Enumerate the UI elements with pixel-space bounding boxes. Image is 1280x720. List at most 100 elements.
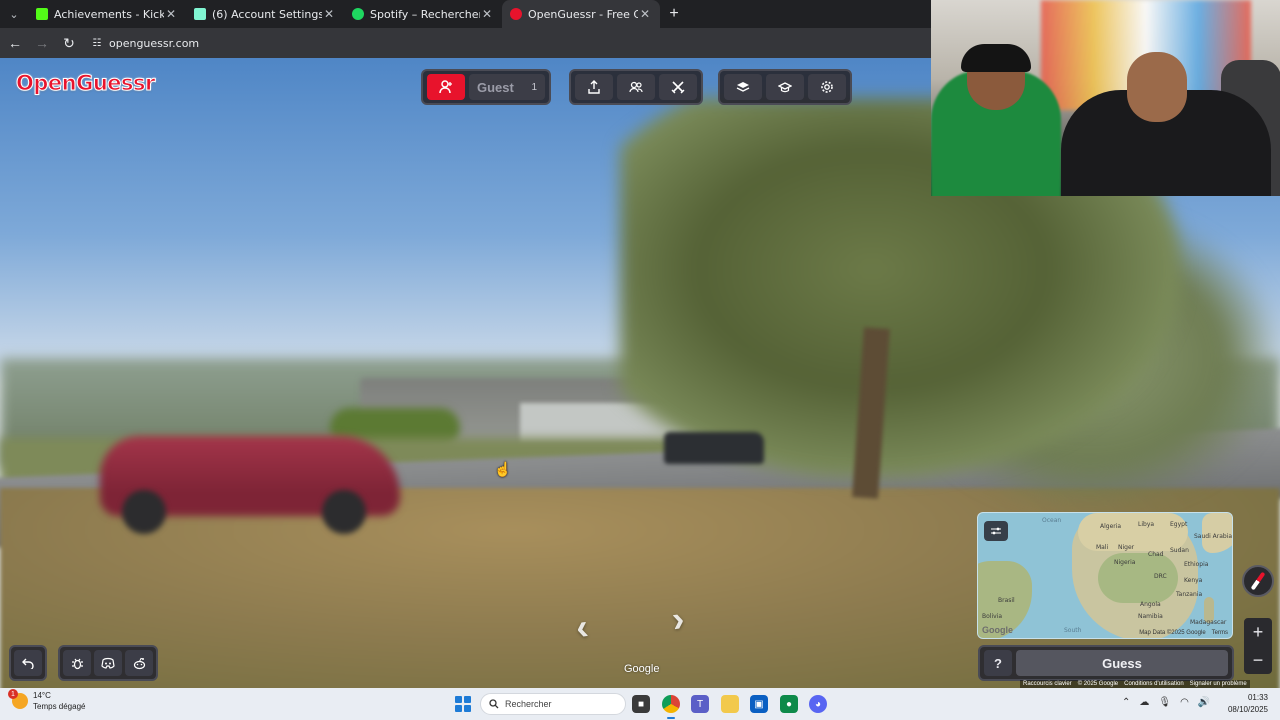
- map-label: Egypt: [1170, 521, 1188, 528]
- openguessr-logo[interactable]: OpenGuessr: [16, 71, 156, 96]
- car-wheel: [322, 490, 366, 534]
- taskbar-search-input[interactable]: Rechercher: [480, 693, 626, 715]
- search-placeholder: Rechercher: [505, 699, 552, 709]
- map-terms-link[interactable]: Terms: [1212, 630, 1228, 636]
- tab-close-icon[interactable]: ✕: [164, 7, 178, 21]
- battle-button[interactable]: [659, 74, 697, 100]
- back-arrow-icon[interactable]: ←: [3, 31, 27, 55]
- forward-arrow-icon[interactable]: →: [30, 31, 54, 55]
- map-label: Tanzania: [1176, 591, 1203, 598]
- education-mode-button[interactable]: [766, 74, 804, 100]
- tab-close-icon[interactable]: ✕: [480, 7, 494, 21]
- multiplayer-button[interactable]: [617, 74, 655, 100]
- users-icon: [629, 81, 643, 93]
- microphone-icon[interactable]: 🎙: [1158, 697, 1171, 708]
- report-problem-link[interactable]: Signaler un problème: [1190, 681, 1247, 687]
- return-panel: [9, 645, 47, 681]
- clock-time: 01:33: [1247, 693, 1268, 702]
- tab-close-icon[interactable]: ✕: [638, 7, 652, 21]
- browser-tab-spotify[interactable]: Spotify – Rechercher ✕: [344, 0, 502, 28]
- discord-taskbar-icon[interactable]: ◕: [809, 695, 827, 713]
- map-data-credit: Map Data ©2025 Google: [1139, 630, 1206, 636]
- browser-tab-kick[interactable]: Achievements - Kick Dashboard ✕: [28, 0, 186, 28]
- openguessr-favicon-icon: [510, 8, 522, 20]
- guess-button[interactable]: Guess: [1016, 650, 1228, 676]
- streamer-right-head: [1127, 52, 1187, 122]
- add-player-button[interactable]: [427, 74, 465, 100]
- sun-weather-icon: 1: [8, 689, 28, 709]
- discord-icon: [101, 657, 115, 669]
- player-panel: Guest 1: [421, 69, 551, 105]
- windows-start-icon[interactable]: [455, 696, 471, 712]
- zoom-out-minus-icon[interactable]: −: [1244, 646, 1272, 674]
- map-label: Chad: [1148, 551, 1164, 558]
- reddit-button[interactable]: [125, 650, 153, 676]
- map-label: Sudan: [1170, 547, 1189, 554]
- map-layers-button[interactable]: [724, 74, 762, 100]
- return-to-start-button[interactable]: [14, 650, 42, 676]
- game-actions-panel: [569, 69, 703, 105]
- task-view-icon[interactable]: ■: [632, 695, 650, 713]
- reddit-icon: [133, 657, 145, 669]
- address-bar-url[interactable]: openguessr.com: [109, 37, 199, 50]
- google-watermark: Google: [624, 663, 660, 675]
- streamlabs-favicon-icon: [194, 8, 206, 20]
- tab-close-icon[interactable]: ✕: [322, 7, 336, 21]
- mouse-cursor-icon: ☝: [494, 461, 512, 477]
- chevron-up-icon[interactable]: ⌃: [1122, 697, 1130, 708]
- guess-minimap[interactable]: Ocean Algeria Libya Egypt Saudi Arabia M…: [977, 512, 1233, 639]
- google-maps-attribution: Raccourcis clavier © 2025 Google Conditi…: [1020, 680, 1250, 688]
- new-tab-plus-icon[interactable]: +: [660, 0, 688, 28]
- report-bug-button[interactable]: [63, 650, 91, 676]
- tab-search-dropdown-icon[interactable]: ⌄: [0, 0, 28, 28]
- volume-icon[interactable]: 🔊: [1198, 697, 1210, 708]
- reload-icon[interactable]: ↻: [57, 31, 81, 55]
- share-button[interactable]: [575, 74, 613, 100]
- network-icon[interactable]: ☁: [1139, 697, 1149, 708]
- active-app-indicator: [667, 717, 675, 719]
- streamlabs-icon[interactable]: ●: [780, 695, 798, 713]
- site-info-icon[interactable]: ☷: [89, 35, 105, 51]
- map-label: Brasil: [998, 597, 1015, 604]
- layers-icon: [736, 82, 750, 92]
- teams-icon[interactable]: T: [691, 695, 709, 713]
- undo-arrow-icon: [22, 658, 34, 669]
- weather-description: Temps dégagé: [33, 702, 86, 711]
- copyright-text: © 2025 Google: [1077, 681, 1119, 687]
- keyboard-shortcuts-link[interactable]: Raccourcis clavier: [1023, 681, 1072, 687]
- map-label: Ethiopia: [1184, 561, 1209, 568]
- map-label: Mali: [1096, 544, 1109, 551]
- clock-date: 08/10/2025: [1227, 705, 1268, 714]
- graduation-cap-icon: [778, 82, 792, 93]
- map-label: Algeria: [1100, 523, 1122, 530]
- notification-badge: 1: [8, 689, 18, 699]
- zoom-in-plus-icon[interactable]: +: [1244, 618, 1272, 646]
- sliders-icon: [991, 527, 1001, 535]
- map-settings-panel: [718, 69, 852, 105]
- microsoft-store-icon[interactable]: ▣: [750, 695, 768, 713]
- map-label: Nigeria: [1114, 559, 1136, 566]
- taskbar-clock[interactable]: 01:33 08/10/2025: [1222, 692, 1268, 716]
- compass-button[interactable]: [1242, 565, 1274, 597]
- help-button[interactable]: ?: [984, 650, 1012, 676]
- weather-widget[interactable]: 1 14°C Temps dégagé: [8, 689, 86, 712]
- map-label: Niger: [1118, 544, 1135, 551]
- guess-panel: ? Guess: [978, 645, 1234, 681]
- system-tray: ⌃ ☁ 🎙 ◠ 🔊: [1122, 697, 1210, 708]
- minimap-settings-button[interactable]: [984, 521, 1008, 541]
- file-explorer-icon[interactable]: [721, 695, 739, 713]
- player-name-field[interactable]: Guest 1: [469, 74, 545, 100]
- wifi-icon[interactable]: ◠: [1180, 697, 1189, 708]
- browser-tab-openguessr[interactable]: OpenGuessr - Free GeoGuessr Alternative …: [502, 0, 660, 28]
- tab-title: (6) Account Settings / Streamlabs: [212, 7, 322, 21]
- dark-truck: [664, 432, 764, 464]
- map-label: Kenya: [1184, 577, 1203, 584]
- chrome-icon[interactable]: [662, 695, 680, 713]
- browser-tab-streamlabs[interactable]: (6) Account Settings / Streamlabs ✕: [186, 0, 344, 28]
- tab-title: Achievements - Kick Dashboard: [54, 7, 164, 21]
- webcam-overlay: [931, 0, 1280, 196]
- terms-of-use-link[interactable]: Conditions d'utilisation: [1124, 681, 1184, 687]
- upload-icon: [588, 80, 600, 94]
- settings-button[interactable]: [808, 74, 846, 100]
- discord-button[interactable]: [94, 650, 122, 676]
